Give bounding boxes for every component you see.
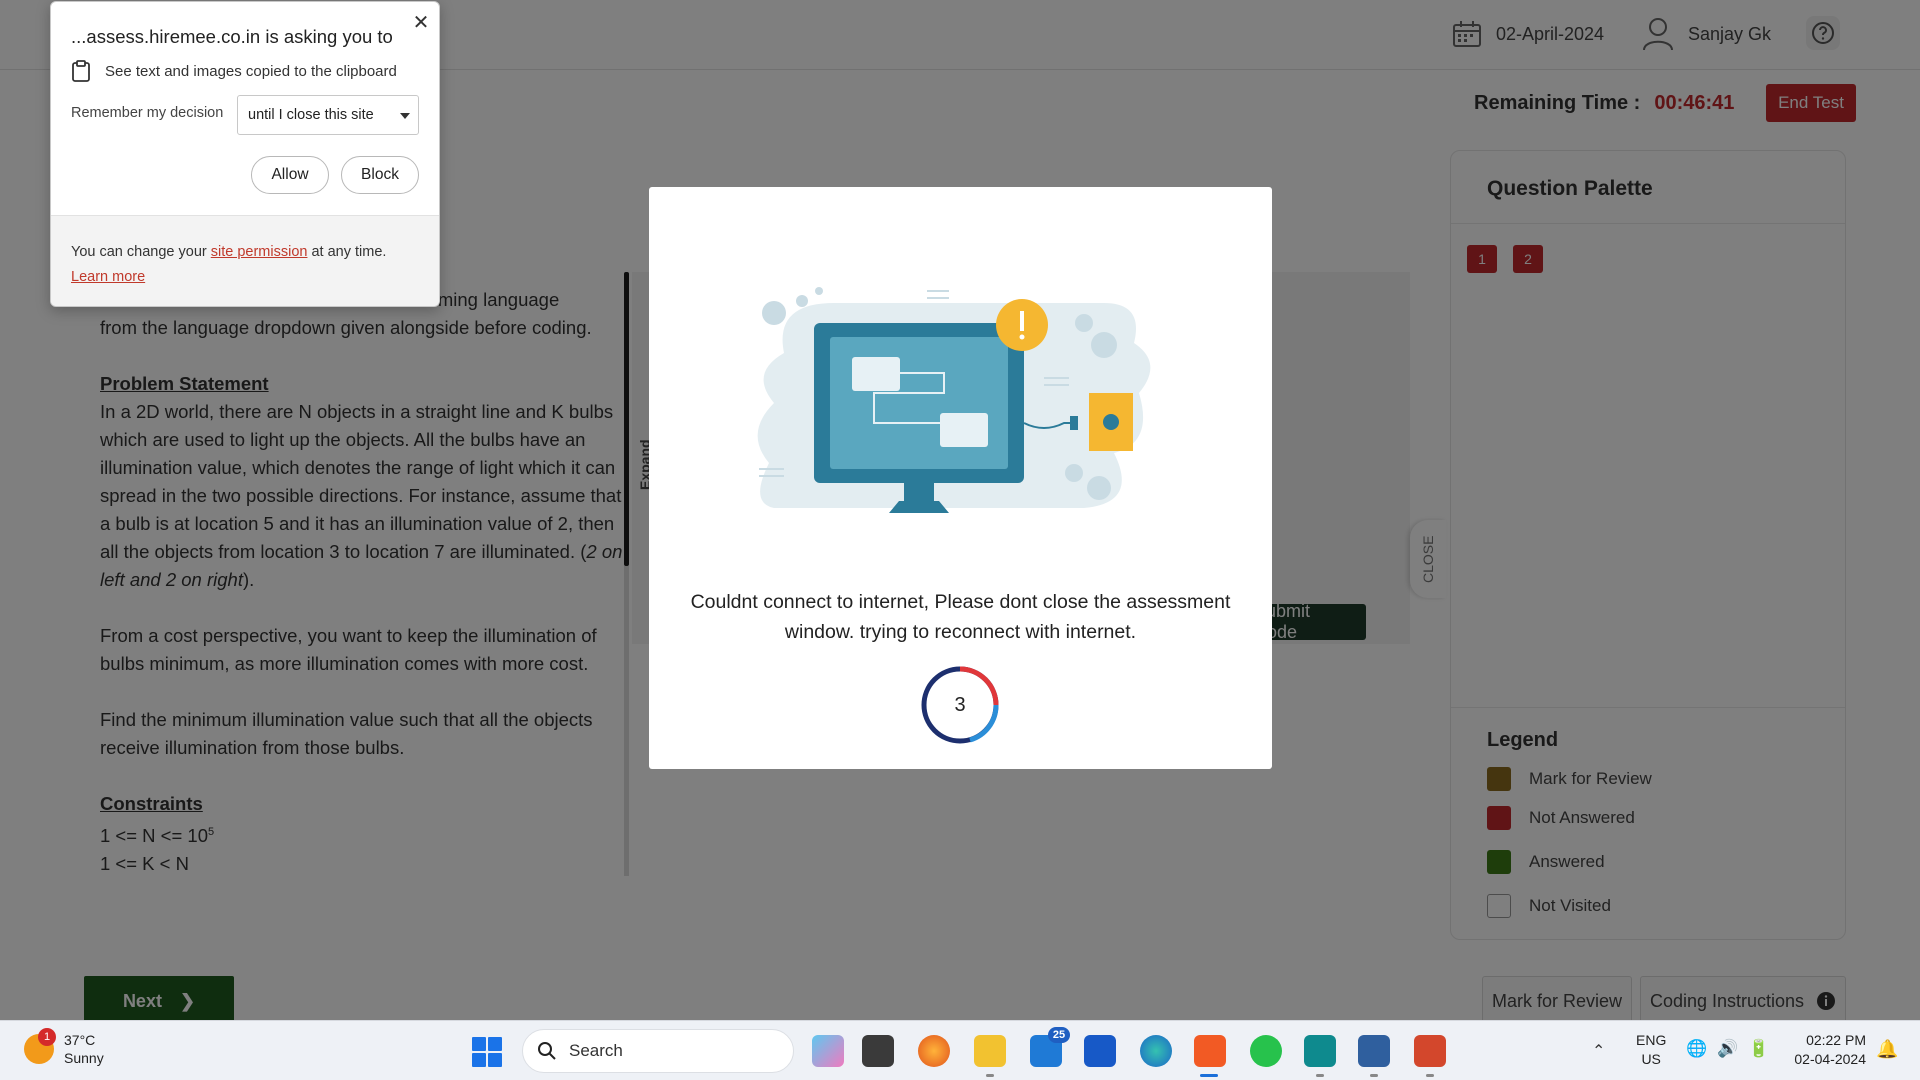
task-view-icon[interactable] [862,1035,894,1067]
temperature: 37°C [64,1032,96,1048]
powerpoint-icon[interactable] [1414,1035,1446,1067]
notification-bell-icon[interactable]: 🔔 [1876,1039,1898,1060]
brave-browser-icon[interactable] [1194,1035,1226,1067]
caret-down-icon [400,113,410,119]
clipboard-permission-popup: ...assess.hiremee.co.in is asking you to… [50,1,440,307]
firefox-icon[interactable] [918,1035,950,1067]
site-permission-link[interactable]: site permission [211,244,308,260]
connection-lost-message: Couldnt connect to internet, Please dont… [690,591,1231,643]
connection-lost-modal: Couldnt connect to internet, Please dont… [649,187,1272,769]
sun-icon: 1 [24,1028,56,1064]
microsoft-store-icon[interactable] [1084,1035,1116,1067]
mail-icon[interactable]: 25 [1030,1027,1070,1067]
weather-badge: 1 [38,1028,56,1046]
taskbar-search[interactable]: Search [522,1029,794,1073]
system-clock[interactable]: 02:22 PM 02-04-2024 [1780,1031,1866,1069]
network-icon: 🌐 [1686,1039,1708,1058]
permission-request: See text and images copied to the clipbo… [71,60,397,82]
copilot-icon[interactable] [812,1035,844,1067]
language-indicator[interactable]: ENG US [1636,1031,1666,1069]
system-tray-icons[interactable]: 🌐 🔊 🔋 [1686,1039,1770,1059]
learn-more-link[interactable]: Learn more [71,269,145,285]
permission-footer: You can change your site permission at a… [51,215,439,306]
arduino-icon[interactable] [1304,1035,1336,1067]
mail-badge: 25 [1048,1027,1070,1043]
reconnect-countdown: 3 [954,693,966,716]
file-explorer-icon[interactable] [974,1035,1006,1067]
windows-start-icon[interactable] [472,1037,502,1067]
permission-footer-text: You can change your site permission at a… [71,244,387,285]
edge-icon[interactable] [1140,1035,1172,1067]
chevron-up-icon[interactable]: ⌃ [1592,1041,1605,1061]
allow-button[interactable]: Allow [251,156,329,194]
weather-condition: Sunny [64,1050,104,1066]
offline-computer-illustration [757,287,1151,513]
remember-decision-label: Remember my decision [71,105,224,121]
whatsapp-icon[interactable] [1250,1035,1282,1067]
windows-taskbar: 1 37°C Sunny Search 25 ⌃ ENG US 🌐 🔊 🔋 02… [0,1020,1920,1080]
volume-icon: 🔊 [1717,1039,1739,1058]
close-icon[interactable]: ✕ [409,10,433,34]
block-button[interactable]: Block [341,156,419,194]
battery-icon: 🔋 [1748,1039,1770,1058]
clipboard-icon [72,60,90,82]
search-icon [538,1042,556,1060]
weather-widget[interactable]: 1 37°C Sunny [24,1028,104,1067]
remember-decision-select[interactable]: until I close this site [237,95,419,135]
virtualbox-icon[interactable] [1358,1035,1390,1067]
permission-title: ...assess.hiremee.co.in is asking you to [71,26,393,47]
